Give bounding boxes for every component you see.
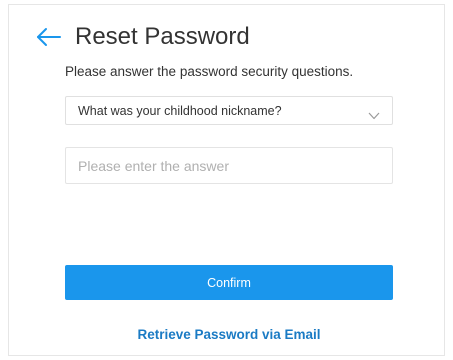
security-question-value: What was your childhood nickname? [78, 103, 282, 118]
confirm-button[interactable]: Confirm [65, 265, 393, 300]
chevron-down-icon [368, 107, 380, 119]
page-title: Reset Password [75, 23, 250, 50]
arrow-left-icon[interactable] [35, 25, 63, 49]
instruction-text: Please answer the password security ques… [65, 64, 354, 79]
answer-input[interactable] [65, 147, 393, 184]
retrieve-password-via-email-link[interactable]: Retrieve Password via Email [65, 327, 393, 342]
header: Reset Password [35, 23, 250, 51]
security-question-select[interactable]: What was your childhood nickname? [65, 96, 393, 125]
